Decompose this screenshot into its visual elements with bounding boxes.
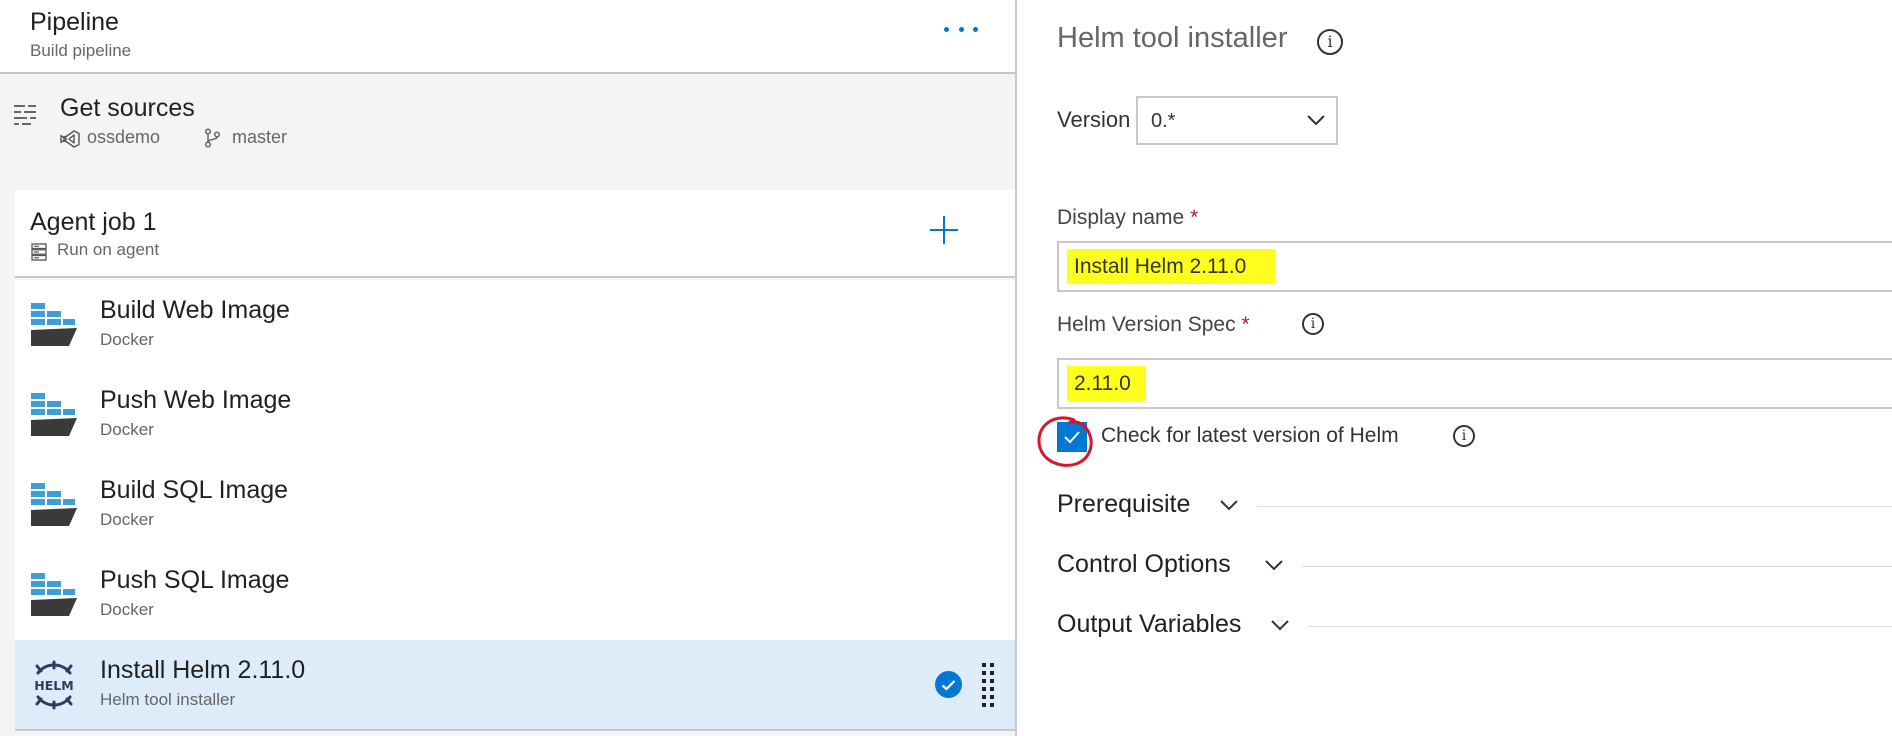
task-name: Install Helm 2.11.0 bbox=[100, 656, 306, 684]
visual-studio-repo-icon bbox=[60, 130, 80, 148]
server-icon bbox=[31, 243, 47, 261]
get-sources-icon bbox=[14, 105, 36, 125]
task-push-sql-image[interactable]: Push SQL Image Docker bbox=[15, 550, 1015, 640]
info-icon[interactable]: i bbox=[1453, 425, 1475, 447]
section-divider bbox=[1257, 506, 1892, 507]
docker-icon bbox=[31, 573, 77, 616]
version-select[interactable]: 0.* bbox=[1136, 96, 1338, 145]
branch-icon bbox=[204, 128, 221, 148]
get-sources-title: Get sources bbox=[60, 94, 195, 122]
docker-icon bbox=[31, 393, 77, 436]
version-value: 0.* bbox=[1151, 110, 1176, 132]
annotation-circle bbox=[1037, 416, 1093, 467]
task-type: Docker bbox=[100, 330, 154, 349]
task-type: Docker bbox=[100, 420, 154, 439]
section-prerequisite[interactable]: Prerequisite bbox=[1057, 490, 1892, 520]
task-list: Build Web Image Docker Push Web Image Do… bbox=[15, 280, 1015, 731]
section-output-variables[interactable]: Output Variables bbox=[1057, 610, 1892, 640]
task-name: Push SQL Image bbox=[100, 566, 290, 594]
chevron-down-icon bbox=[1220, 500, 1238, 511]
docker-icon bbox=[31, 483, 77, 526]
task-details-title: Helm tool installer bbox=[1057, 22, 1288, 54]
ellipsis-icon bbox=[944, 26, 949, 32]
pipeline-header[interactable]: Pipeline Build pipeline bbox=[0, 0, 1015, 74]
info-icon[interactable]: i bbox=[1302, 313, 1324, 335]
task-name: Build SQL Image bbox=[100, 476, 289, 504]
chevron-down-icon bbox=[1271, 620, 1289, 631]
chevron-down-icon bbox=[1265, 560, 1283, 571]
task-enabled-check-icon bbox=[935, 671, 962, 698]
helm-icon: HELM bbox=[34, 660, 74, 710]
more-options-button[interactable] bbox=[944, 16, 978, 42]
chevron-down-icon bbox=[1307, 115, 1325, 126]
pipeline-subtitle: Build pipeline bbox=[30, 41, 132, 60]
helm-version-spec-input[interactable]: 2.11.0 bbox=[1057, 358, 1892, 409]
required-asterisk: * bbox=[1190, 206, 1199, 229]
check-latest-helm-label: Check for latest version of Helm bbox=[1101, 424, 1399, 447]
drag-handle-icon[interactable] bbox=[981, 662, 995, 710]
branch-name: master bbox=[232, 127, 288, 147]
docker-icon bbox=[31, 303, 77, 346]
task-type: Docker bbox=[100, 600, 154, 619]
agent-job-subtitle: Run on agent bbox=[57, 240, 160, 259]
required-asterisk: * bbox=[1241, 313, 1250, 336]
task-name: Build Web Image bbox=[100, 296, 290, 324]
task-build-sql-image[interactable]: Build SQL Image Docker bbox=[15, 460, 1015, 550]
section-label: Control Options bbox=[1057, 550, 1231, 578]
task-type: Docker bbox=[100, 510, 154, 529]
repo-name: ossdemo bbox=[87, 127, 161, 147]
task-type: Helm tool installer bbox=[100, 690, 236, 709]
section-divider bbox=[1302, 566, 1892, 567]
helm-version-spec-value: 2.11.0 bbox=[1067, 366, 1146, 401]
task-details-panel: Helm tool installer i Version 0.* Displa… bbox=[1017, 0, 1892, 736]
pipeline-tasks-panel: Pipeline Build pipeline Get sources ossd… bbox=[0, 0, 1015, 736]
agent-job-header[interactable]: Agent job 1 Run on agent bbox=[15, 190, 1015, 278]
helm-version-spec-label: Helm Version Spec * bbox=[1057, 313, 1250, 336]
helm-logo-text: HELM bbox=[34, 678, 73, 693]
display-name-label: Display name * bbox=[1057, 206, 1199, 229]
task-push-web-image[interactable]: Push Web Image Docker bbox=[15, 370, 1015, 460]
section-label: Prerequisite bbox=[1057, 490, 1191, 518]
section-label: Output Variables bbox=[1057, 610, 1242, 638]
info-icon[interactable]: i bbox=[1317, 29, 1343, 55]
agent-job-title: Agent job 1 bbox=[30, 208, 157, 236]
section-divider bbox=[1308, 626, 1892, 627]
task-name: Push Web Image bbox=[100, 386, 292, 414]
get-sources-item[interactable]: Get sources ossdemo master bbox=[0, 76, 1015, 188]
version-label: Version bbox=[1057, 107, 1131, 132]
display-name-input[interactable]: Install Helm 2.11.0 bbox=[1057, 241, 1892, 292]
task-install-helm[interactable]: HELM Install Helm 2.11.0 Helm tool insta… bbox=[15, 640, 1015, 731]
section-control-options[interactable]: Control Options bbox=[1057, 550, 1892, 580]
display-name-value: Install Helm 2.11.0 bbox=[1067, 249, 1275, 284]
pipeline-title: Pipeline bbox=[30, 8, 119, 36]
task-build-web-image[interactable]: Build Web Image Docker bbox=[15, 280, 1015, 370]
add-task-button[interactable] bbox=[928, 214, 960, 246]
